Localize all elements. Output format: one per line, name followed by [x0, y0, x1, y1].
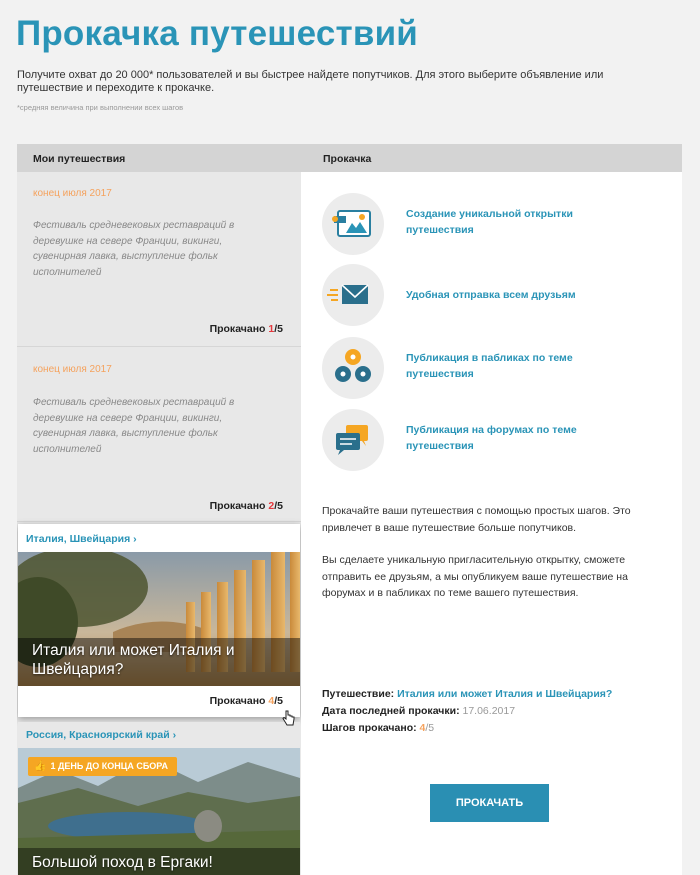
my-trips-header: Мои путешествия: [33, 153, 126, 165]
feature-label[interactable]: Публикация на форумах по теме путешестви…: [406, 423, 606, 454]
feature-postcard[interactable]: Создание уникальной открытки путешествия: [322, 193, 662, 255]
promo-paragraph-1: Прокачайте ваши путешествия с помощью пр…: [322, 505, 631, 534]
envelope-icon: [322, 264, 384, 326]
social-groups-icon: [322, 337, 384, 399]
boost-button[interactable]: ПРОКАЧАТЬ: [430, 784, 549, 822]
progress-label: Прокачано: [209, 500, 266, 512]
page-title: Прокачка путешествий: [16, 14, 419, 53]
trip-region-link[interactable]: Италия, Швейцария ›: [26, 533, 137, 545]
postcard-icon: [322, 193, 384, 255]
trip-card-2[interactable]: конец июля 2017 Фестиваль средневековых …: [17, 347, 301, 522]
hand-cursor-icon: [282, 710, 296, 732]
promo-paragraph-2: Вы сделаете уникальную пригласительную о…: [322, 554, 628, 599]
progress-total: /5: [274, 500, 283, 512]
boost-header: Прокачка: [323, 153, 372, 165]
trip-progress: Прокачано 1/5: [210, 323, 283, 335]
progress-label: Прокачано: [209, 695, 266, 707]
summary-trip-link[interactable]: Италия или может Италия и Швейцария?: [397, 688, 612, 700]
feature-forums[interactable]: Публикация на форумах по теме путешестви…: [322, 409, 662, 471]
trip-date: конец июля 2017: [33, 188, 112, 199]
summary-steps: Шагов прокачано: 4/5: [322, 722, 435, 734]
trip-progress: Прокачано 2/5: [210, 500, 283, 512]
feature-label[interactable]: Создание уникальной открытки путешествия: [406, 207, 606, 238]
trip-card-italy[interactable]: Италия, Швейцария › Италия или может Ита…: [18, 524, 300, 717]
trip-progress: Прокачано 4/5: [210, 695, 283, 707]
feature-label[interactable]: Удобная отправка всем друзьям: [406, 288, 606, 304]
feature-publics[interactable]: Публикация в пабликах по теме путешестви…: [322, 337, 662, 399]
summary-last-boost: Дата последней прокачки: 17.06.2017: [322, 705, 516, 717]
trip-region-link[interactable]: Россия, Красноярский край ›: [26, 729, 176, 741]
fire-icon: 👍: [34, 761, 47, 772]
progress-total: /5: [274, 695, 283, 707]
trip-title: Большой поход в Ергаки!: [32, 854, 213, 871]
trip-card-ergaki[interactable]: Россия, Красноярский край › 👍 1 ДЕНЬ ДО К…: [18, 722, 300, 875]
trip-date: конец июля 2017: [33, 364, 112, 375]
progress-label: Прокачано: [209, 323, 266, 335]
trip-photo: 👍 1 ДЕНЬ ДО КОНЦА СБОРА Большой поход в Е…: [18, 748, 300, 875]
trip-description: Фестиваль средневековых реставраций в де…: [33, 397, 235, 455]
boost-column: Создание уникальной открытки путешествия…: [301, 172, 682, 875]
intro-text: Получите охват до 20 000* пользователей …: [17, 69, 604, 94]
feature-label[interactable]: Публикация в пабликах по теме путешестви…: [406, 351, 606, 382]
forum-chat-icon: [322, 409, 384, 471]
progress-total: /5: [274, 323, 283, 335]
deadline-badge: 👍 1 ДЕНЬ ДО КОНЦА СБОРА: [28, 757, 178, 776]
footnote: *средняя величина при выполнении всех ша…: [17, 103, 184, 112]
summary-trip: Путешествие: Италия или может Италия и Ш…: [322, 688, 613, 700]
trip-description: Фестиваль средневековых реставраций в де…: [33, 220, 235, 278]
trip-photo: Италия или может Италия и Швейцария?: [18, 552, 300, 686]
feature-send[interactable]: Удобная отправка всем друзьям: [322, 264, 662, 326]
trip-title: Италия или может Италия и Швейцария?: [32, 642, 235, 678]
trip-card-1[interactable]: конец июля 2017 Фестиваль средневековых …: [17, 172, 301, 347]
panel-header: Мои путешествия Прокачка: [17, 144, 682, 172]
boost-panel: Мои путешествия Прокачка конец июля 2017…: [17, 144, 682, 875]
